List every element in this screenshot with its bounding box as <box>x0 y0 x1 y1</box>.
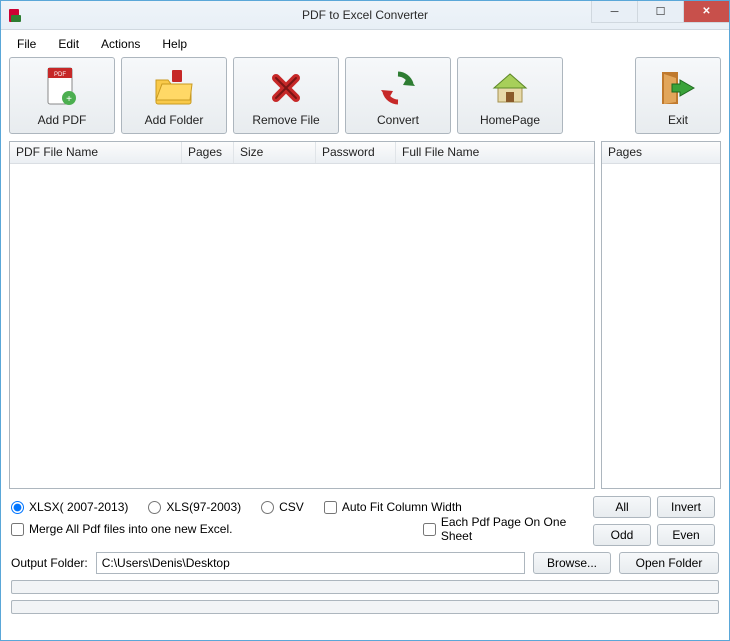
output-folder-input[interactable] <box>96 552 525 574</box>
svg-text:PDF: PDF <box>54 72 66 78</box>
radio-xls-label: XLS(97-2003) <box>166 500 241 514</box>
menubar: File Edit Actions Help <box>1 30 729 54</box>
check-merge-label: Merge All Pdf files into one new Excel. <box>29 522 232 536</box>
bottom-area: Output Folder: Browse... Open Folder <box>1 552 729 622</box>
convert-button[interactable]: Convert <box>345 57 451 134</box>
exit-icon <box>658 64 698 111</box>
add-pdf-label: Add PDF <box>38 113 87 127</box>
app-window: PDF to Excel Converter ─ ☐ ✕ File Edit A… <box>0 0 730 641</box>
menu-actions[interactable]: Actions <box>93 34 148 54</box>
options-area: XLSX( 2007-2013) XLS(97-2003) CSV Auto F… <box>1 489 729 552</box>
radio-csv-input[interactable] <box>261 501 274 514</box>
radio-xlsx[interactable]: XLSX( 2007-2013) <box>11 500 128 514</box>
folder-icon <box>152 64 196 111</box>
maximize-icon: ☐ <box>656 5 666 18</box>
files-table-header: PDF File Name Pages Size Password Full F… <box>10 142 594 164</box>
add-pdf-button[interactable]: PDF + Add PDF <box>9 57 115 134</box>
check-merge[interactable]: Merge All Pdf files into one new Excel. <box>11 522 403 536</box>
all-button[interactable]: All <box>593 496 651 518</box>
add-folder-button[interactable]: Add Folder <box>121 57 227 134</box>
exit-label: Exit <box>668 113 688 127</box>
pages-table-header: Pages <box>602 142 720 164</box>
radio-csv-label: CSV <box>279 500 304 514</box>
odd-button[interactable]: Odd <box>593 524 651 546</box>
radio-csv[interactable]: CSV <box>261 500 304 514</box>
col-pages[interactable]: Pages <box>182 142 234 163</box>
toolbar: PDF + Add PDF Add Folder Remove File Conv… <box>1 54 729 137</box>
homepage-label: HomePage <box>480 113 540 127</box>
output-label: Output Folder: <box>11 556 88 570</box>
svg-text:+: + <box>66 94 72 105</box>
remove-icon <box>268 64 304 111</box>
merge-row: Merge All Pdf files into one new Excel. … <box>11 518 589 540</box>
minimize-button[interactable]: ─ <box>591 1 637 23</box>
add-folder-label: Add Folder <box>145 113 204 127</box>
invert-button[interactable]: Invert <box>657 496 715 518</box>
check-autofit-label: Auto Fit Column Width <box>342 500 462 514</box>
radio-xlsx-label: XLSX( 2007-2013) <box>29 500 128 514</box>
check-autofit[interactable]: Auto Fit Column Width <box>324 500 462 514</box>
exit-button[interactable]: Exit <box>635 57 721 134</box>
menu-help[interactable]: Help <box>154 34 195 54</box>
homepage-button[interactable]: HomePage <box>457 57 563 134</box>
pdf-file-icon: PDF + <box>44 64 80 111</box>
home-icon <box>490 64 530 111</box>
progress-bar-2 <box>11 600 719 614</box>
col-side-pages[interactable]: Pages <box>602 142 720 163</box>
pages-table[interactable]: Pages <box>601 141 721 489</box>
main-area: PDF File Name Pages Size Password Full F… <box>1 137 729 489</box>
col-password[interactable]: Password <box>316 142 396 163</box>
check-each-page-input[interactable] <box>423 523 436 536</box>
col-pdf-file-name[interactable]: PDF File Name <box>10 142 182 163</box>
progress-bar-1 <box>11 580 719 594</box>
app-icon <box>7 7 23 23</box>
radio-xlsx-input[interactable] <box>11 501 24 514</box>
check-each-page[interactable]: Each Pdf Page On One Sheet <box>423 515 589 543</box>
col-full-file-name[interactable]: Full File Name <box>396 142 594 163</box>
col-size[interactable]: Size <box>234 142 316 163</box>
menu-file[interactable]: File <box>9 34 44 54</box>
convert-label: Convert <box>377 113 419 127</box>
close-icon: ✕ <box>702 6 710 17</box>
check-each-page-label: Each Pdf Page On One Sheet <box>441 515 589 543</box>
even-button[interactable]: Even <box>657 524 715 546</box>
files-table[interactable]: PDF File Name Pages Size Password Full F… <box>9 141 595 489</box>
maximize-button[interactable]: ☐ <box>637 1 683 23</box>
check-autofit-input[interactable] <box>324 501 337 514</box>
page-select-buttons: All Invert Odd Even <box>589 496 719 546</box>
output-row: Output Folder: Browse... Open Folder <box>11 552 719 574</box>
minimize-icon: ─ <box>611 6 619 18</box>
radio-xls[interactable]: XLS(97-2003) <box>148 500 241 514</box>
remove-file-button[interactable]: Remove File <box>233 57 339 134</box>
open-folder-button[interactable]: Open Folder <box>619 552 719 574</box>
menu-edit[interactable]: Edit <box>50 34 87 54</box>
remove-file-label: Remove File <box>252 113 319 127</box>
titlebar: PDF to Excel Converter ─ ☐ ✕ <box>1 1 729 30</box>
convert-icon <box>378 64 418 111</box>
radio-xls-input[interactable] <box>148 501 161 514</box>
close-button[interactable]: ✕ <box>683 1 729 23</box>
browse-button[interactable]: Browse... <box>533 552 611 574</box>
check-merge-input[interactable] <box>11 523 24 536</box>
